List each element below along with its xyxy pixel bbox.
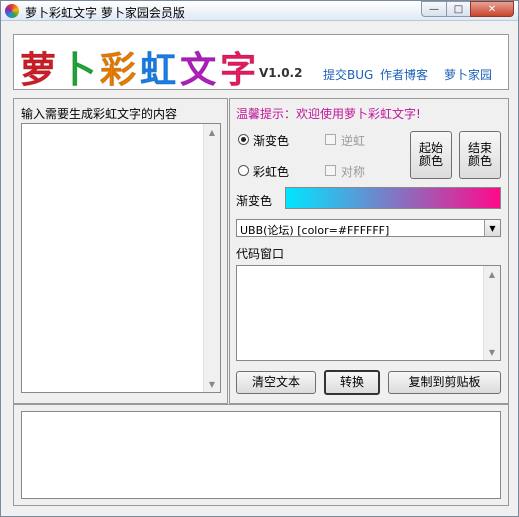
- code-scrollbar[interactable]: ▲ ▼: [483, 266, 500, 360]
- app-logo: 萝卜彩虹文字: [19, 41, 261, 93]
- checkbox-reverse-label: 逆虹: [341, 134, 366, 148]
- input-label: 输入需要生成彩虹文字的内容: [21, 107, 178, 121]
- window-title: 萝卜彩虹文字 萝卜家园会员版: [25, 6, 185, 20]
- version-label: V1.0.2: [259, 66, 303, 80]
- chevron-down-icon[interactable]: ▼: [484, 220, 500, 236]
- options-panel: 温馨提示：欢迎使用萝卜彩虹文字! 渐变色 逆虹 彩虹色 对称 起始 颜色 结束 …: [229, 98, 509, 404]
- input-panel: 输入需要生成彩虹文字的内容 ▲ ▼: [13, 98, 228, 404]
- app-window: 萝卜彩虹文字 萝卜家园会员版 — □ ✕ 萝卜彩虹文字 V1.0.2 提交BUG…: [0, 0, 519, 517]
- format-select[interactable]: UBB(论坛) [color=#FFFFFF] ▼: [236, 219, 501, 237]
- format-select-value: UBB(论坛) [color=#FFFFFF]: [240, 224, 390, 237]
- end-color-line2: 颜色: [467, 154, 492, 168]
- scroll-down-icon[interactable]: ▼: [484, 344, 500, 360]
- header-banner: 萝卜彩虹文字 V1.0.2 提交BUG 作者博客 萝卜家园: [13, 34, 509, 93]
- close-icon[interactable]: ✕: [470, 1, 514, 17]
- preview-panel: [13, 404, 509, 506]
- start-color-button[interactable]: 起始 颜色: [410, 131, 452, 179]
- clear-text-button[interactable]: 清空文本: [236, 371, 316, 394]
- maximize-icon[interactable]: □: [446, 1, 471, 17]
- scroll-down-icon[interactable]: ▼: [204, 376, 220, 392]
- gradient-label: 渐变色: [236, 194, 273, 208]
- title-bar[interactable]: 萝卜彩虹文字 萝卜家园会员版 — □ ✕: [1, 1, 518, 21]
- copy-to-clipboard-button[interactable]: 复制到剪贴板: [388, 371, 501, 394]
- logo-char: 彩: [100, 50, 141, 92]
- link-author-blog[interactable]: 作者博客: [380, 66, 428, 83]
- checkbox-symmetric-label: 对称: [341, 165, 366, 179]
- scroll-up-icon[interactable]: ▲: [204, 124, 220, 140]
- logo-char: 字: [220, 50, 261, 92]
- input-textarea[interactable]: ▲ ▼: [21, 123, 221, 393]
- end-color-button[interactable]: 结束 颜色: [459, 131, 501, 179]
- link-submit-bug[interactable]: 提交BUG: [323, 66, 373, 83]
- input-scrollbar[interactable]: ▲ ▼: [203, 124, 220, 392]
- scroll-up-icon[interactable]: ▲: [484, 266, 500, 282]
- convert-button[interactable]: 转换: [324, 370, 380, 395]
- radio-rainbow-label[interactable]: 彩虹色: [253, 163, 289, 180]
- code-window-label: 代码窗口: [236, 247, 285, 261]
- gradient-preview: [285, 187, 501, 209]
- logo-char: 萝: [19, 50, 61, 92]
- checkbox-symmetric[interactable]: [325, 165, 336, 176]
- radio-gradient[interactable]: [238, 134, 249, 145]
- logo-char: 文: [180, 50, 221, 92]
- logo-char: 虹: [140, 50, 181, 92]
- preview-area[interactable]: [21, 411, 501, 499]
- code-output-textarea[interactable]: ▲ ▼: [236, 265, 501, 361]
- logo-char: 卜: [60, 50, 101, 92]
- minimize-icon[interactable]: —: [421, 1, 447, 17]
- radio-gradient-label[interactable]: 渐变色: [253, 132, 289, 149]
- radio-rainbow[interactable]: [238, 165, 249, 176]
- checkbox-reverse[interactable]: [325, 134, 336, 145]
- link-luobo-home[interactable]: 萝卜家园: [444, 66, 492, 83]
- tip-text: 温馨提示：欢迎使用萝卜彩虹文字!: [236, 107, 421, 121]
- app-icon: [5, 4, 19, 18]
- start-color-line2: 颜色: [418, 154, 443, 168]
